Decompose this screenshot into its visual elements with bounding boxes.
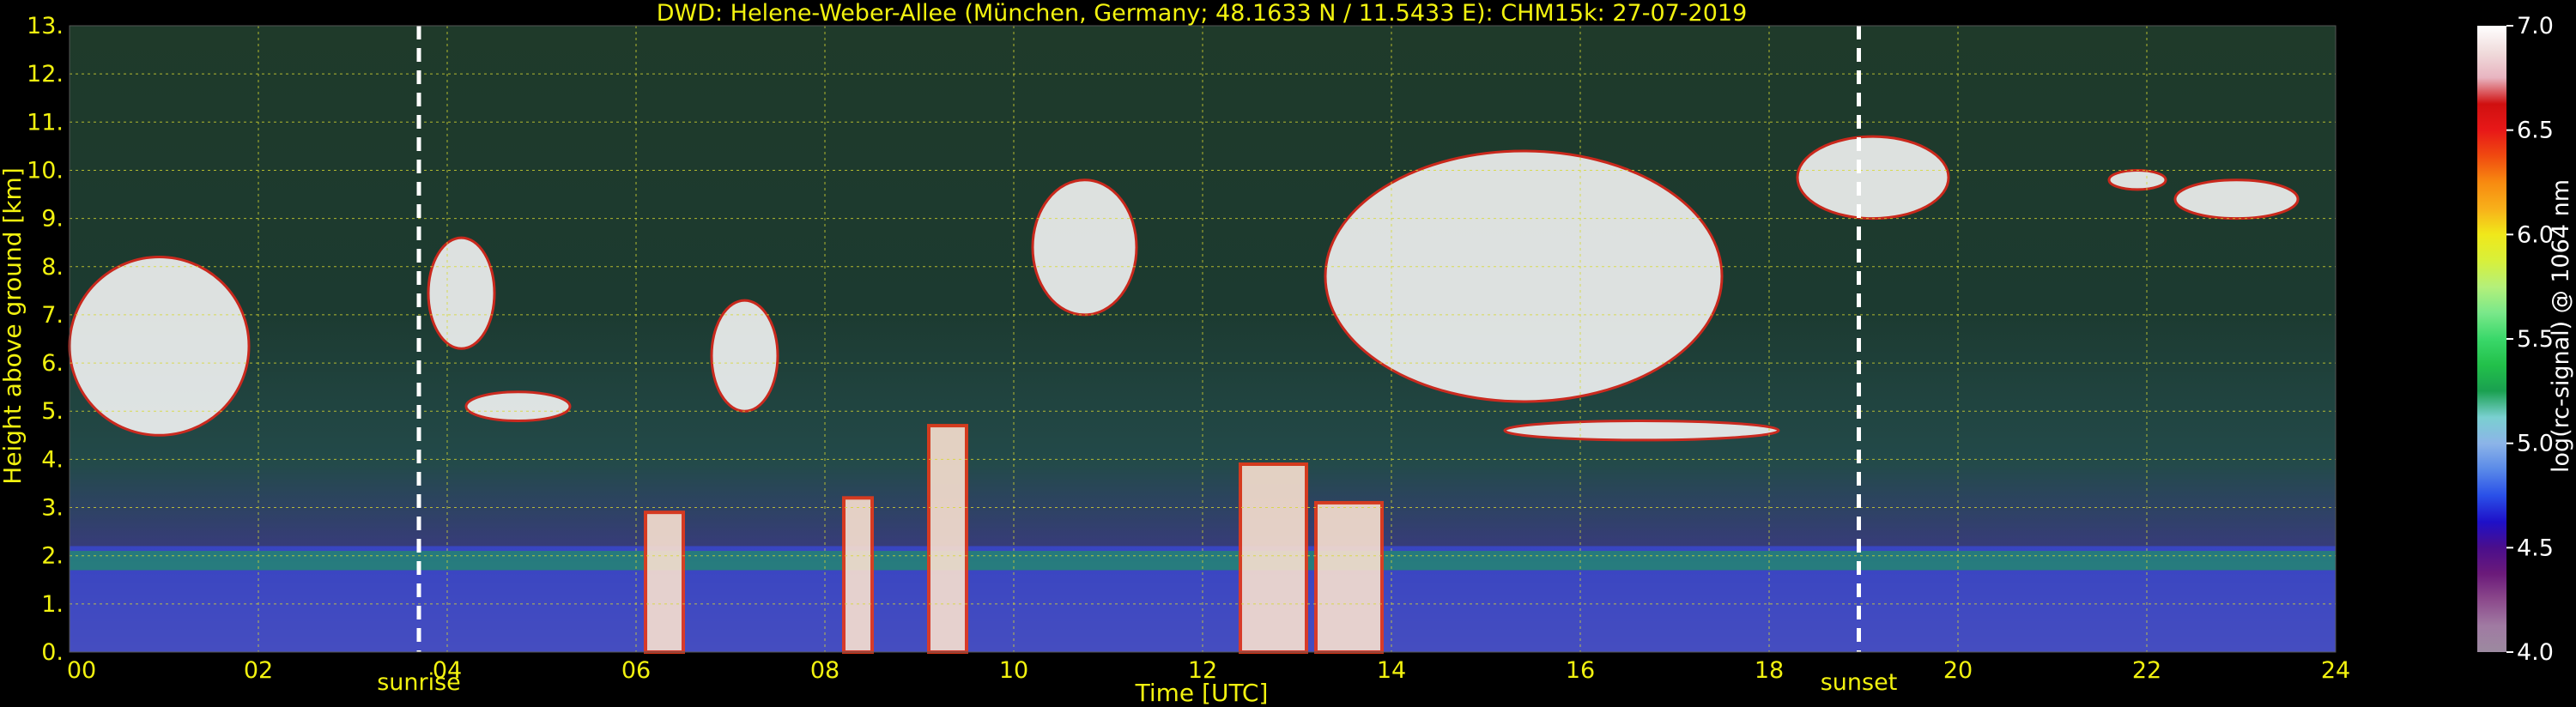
x-tick-label: 18: [1755, 657, 1784, 684]
y-axis-label: Height above ground [km]: [0, 167, 27, 485]
y-axis: 0. 1. 2. 3. 4. 5. 6. 7. 8. 9. 10. 11. 12. 13.: [27, 13, 64, 666]
colorbar: 4.04.55.05.56.06.57.0 log(rc-signal) @ 1…: [2477, 13, 2574, 666]
colorbar-tick-label: 7.0: [2517, 13, 2554, 39]
cloud-feature: [68, 256, 251, 437]
rain-streak: [1314, 500, 1384, 655]
cloud-feature: [2107, 168, 2167, 191]
colorbar-scale: [2477, 26, 2506, 652]
x-tick-label: 16: [1566, 657, 1595, 684]
y-tick-label: 1.: [41, 591, 64, 618]
cloud-feature: [1031, 178, 1138, 317]
x-tick-label: 22: [2132, 657, 2161, 684]
x-tick-label: 06: [621, 657, 651, 684]
x-tick-label: 14: [1377, 657, 1406, 684]
x-tick-label: 02: [244, 657, 273, 684]
y-tick-label: 12.: [27, 61, 64, 88]
colorbar-tick-label: 4.5: [2517, 535, 2554, 561]
x-tick-label: 10: [999, 657, 1028, 684]
y-tick-label: 6.: [41, 350, 64, 377]
y-tick-label: 7.: [41, 302, 64, 329]
colorbar-label: log(rc-signal) @ 1064 nm: [2548, 179, 2574, 473]
rain-streak: [842, 496, 874, 654]
rain-streak: [644, 511, 685, 655]
cloud-feature: [427, 236, 496, 350]
sunrise-label: sunrise: [377, 669, 461, 696]
x-tick-label: 08: [810, 657, 839, 684]
colorbar-tick-label: 6.5: [2517, 118, 2554, 144]
lidar-chart: DWD: Helene-Weber-Allee (München, German…: [0, 0, 2574, 707]
y-tick-label: 2.: [41, 543, 64, 570]
y-tick-label: 13.: [27, 13, 64, 39]
cloud-feature: [2173, 178, 2300, 221]
y-tick-label: 4.: [41, 446, 64, 473]
cloud-feature: [1796, 135, 1950, 221]
x-tick-label: 00: [67, 657, 96, 684]
cloud-feature: [1503, 419, 1780, 442]
y-tick-label: 10.: [27, 157, 64, 184]
rain-streak: [1239, 462, 1308, 654]
colorbar-tick-label: 4.0: [2517, 639, 2554, 666]
y-tick-label: 8.: [41, 254, 64, 281]
plot-area: [68, 25, 2337, 655]
y-tick-label: 3.: [41, 495, 64, 522]
y-tick-label: 0.: [41, 639, 64, 666]
x-tick-label: 20: [1943, 657, 1973, 684]
y-tick-label: 5.: [41, 398, 64, 425]
x-axis-label: Time [UTC]: [1135, 679, 1269, 707]
cloud-feature: [464, 390, 572, 422]
sunset-label: sunset: [1821, 669, 1898, 696]
y-tick-label: 11.: [27, 109, 64, 136]
chart-title: DWD: Helene-Weber-Allee (München, German…: [657, 0, 1748, 27]
y-tick-label: 9.: [41, 206, 64, 233]
cloud-feature: [1324, 149, 1724, 403]
cloud-feature: [710, 299, 779, 413]
x-tick-label: 24: [2321, 657, 2350, 684]
